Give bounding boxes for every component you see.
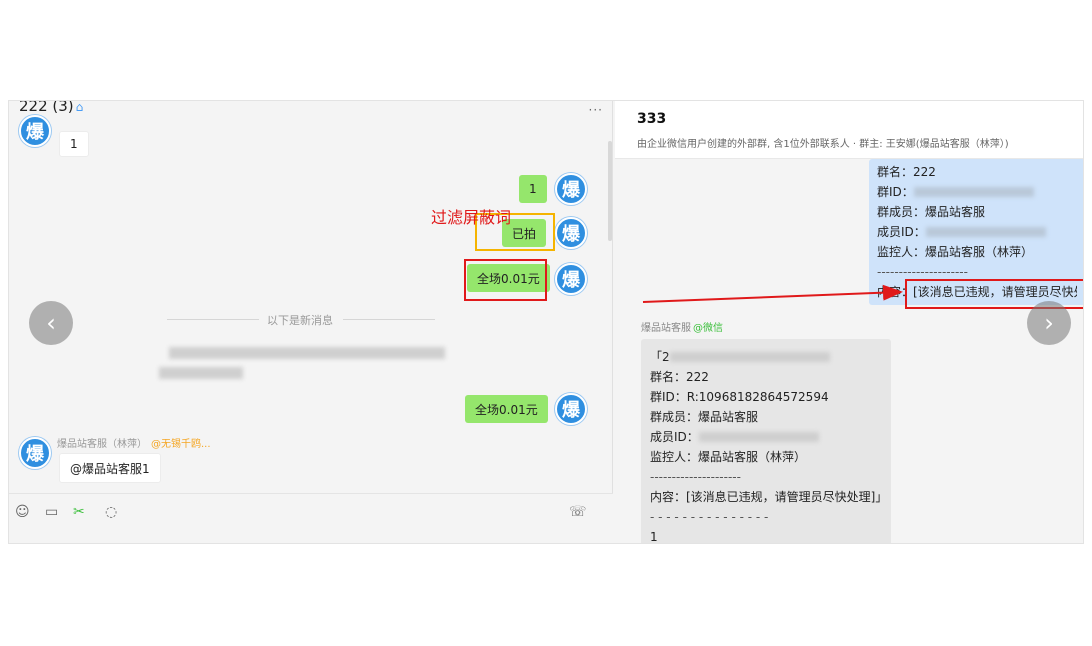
scissors-icon[interactable]: ✂ <box>73 504 85 520</box>
card-line: 群成员：爆品站客服 <box>650 410 759 424</box>
new-messages-divider: 以下是新消息 <box>267 314 333 327</box>
avatar[interactable]: 爆 <box>19 437 51 469</box>
card-line: 「2 <box>650 347 882 367</box>
divider-line <box>343 319 435 320</box>
blurred-text <box>669 352 830 362</box>
avatar[interactable]: 爆 <box>19 115 51 147</box>
scrollbar[interactable] <box>608 141 612 241</box>
more-icon[interactable]: ··· <box>589 103 603 117</box>
avatar[interactable]: 爆 <box>555 217 587 249</box>
card-line: 群成员：爆品站客服 <box>877 205 986 219</box>
card-separator: --------------------- <box>650 470 741 484</box>
card-line: 监控人：爆品站客服（林萍） <box>877 245 1034 259</box>
card-line: 成员ID： <box>877 222 1077 242</box>
page: 222 (3) ⌂ ··· 爆 1 1 爆 已拍 爆 过滤屏蔽词 全场0.01元 … <box>0 0 1092 646</box>
sender-name: 爆品站客服（林萍） @无锡千鸥... <box>57 439 211 450</box>
card-content: 内容：[该消息已违规，请管理员尽快处理]」 <box>650 490 882 504</box>
message-bubble-outgoing[interactable]: 1 <box>519 175 547 203</box>
right-chat-pane: 333 由企业微信用户创建的外部群, 含1位外部联系人 · 群主: 王安娜(爆品… <box>615 101 1083 544</box>
group-title: 333 <box>637 111 667 127</box>
message-bubble-incoming[interactable]: 1 <box>59 131 89 157</box>
card-line: 监控人：爆品站客服（林萍） <box>650 450 807 464</box>
card-line: 成员ID： <box>650 427 882 447</box>
message-card-gray[interactable]: 「2 群名：222 群ID：R:10968182864572594 群成员：爆品… <box>641 339 891 544</box>
sender-name: 爆品站客服 @微信 <box>641 323 723 334</box>
divider-line <box>167 319 259 320</box>
annotation-box-red <box>464 259 547 301</box>
input-toolbar: ☺ ▭ ✂ ◌ ☏ <box>9 493 613 543</box>
card-line: 群ID：R:10968182864572594 <box>650 390 829 404</box>
chat-header: 222 (3) ⌂ ··· <box>9 101 613 121</box>
avatar[interactable]: 爆 <box>555 263 587 295</box>
avatar[interactable]: 爆 <box>555 173 587 205</box>
video-call-icon[interactable]: ☏ <box>569 504 587 520</box>
blurred-text <box>913 187 1034 197</box>
blurred-text <box>159 367 243 379</box>
chat-icon[interactable]: ◌ <box>105 504 117 520</box>
blurred-text <box>169 347 445 359</box>
blurred-text <box>698 432 819 442</box>
card-separator: - - - - - - - - - - - - - - - <box>650 510 769 524</box>
group-subtitle: 由企业微信用户创建的外部群, 含1位外部联系人 · 群主: 王安娜(爆品站客服（… <box>637 139 1009 150</box>
annotation-label: 过滤屏蔽词 <box>431 208 512 227</box>
group-header: 333 由企业微信用户创建的外部群, 含1位外部联系人 · 群主: 王安娜(爆品… <box>615 101 1083 159</box>
message-bubble-incoming[interactable]: @爆品站客服1 <box>59 453 161 483</box>
left-chat-pane: 222 (3) ⌂ ··· 爆 1 1 爆 已拍 爆 过滤屏蔽词 全场0.01元 … <box>9 101 613 543</box>
blurred-text <box>925 227 1046 237</box>
group-icon: ⌂ <box>75 100 84 114</box>
emoji-icon[interactable]: ☺ <box>15 504 30 520</box>
chevron-left-icon[interactable]: ‹ <box>29 301 73 345</box>
screenshot-frame: 222 (3) ⌂ ··· 爆 1 1 爆 已拍 爆 过滤屏蔽词 全场0.01元 … <box>8 100 1084 544</box>
card-line: 群ID： <box>877 182 1077 202</box>
message-bubble-outgoing[interactable]: 全场0.01元 <box>465 395 548 423</box>
chat-title: 222 (3) ⌂ <box>19 100 84 115</box>
folder-icon[interactable]: ▭ <box>45 504 58 520</box>
chevron-right-icon[interactable]: › <box>1027 301 1071 345</box>
card-line: 群名：222 <box>877 165 936 179</box>
card-line: 1 <box>650 530 658 544</box>
avatar[interactable]: 爆 <box>555 393 587 425</box>
card-line: 群名：222 <box>650 370 709 384</box>
